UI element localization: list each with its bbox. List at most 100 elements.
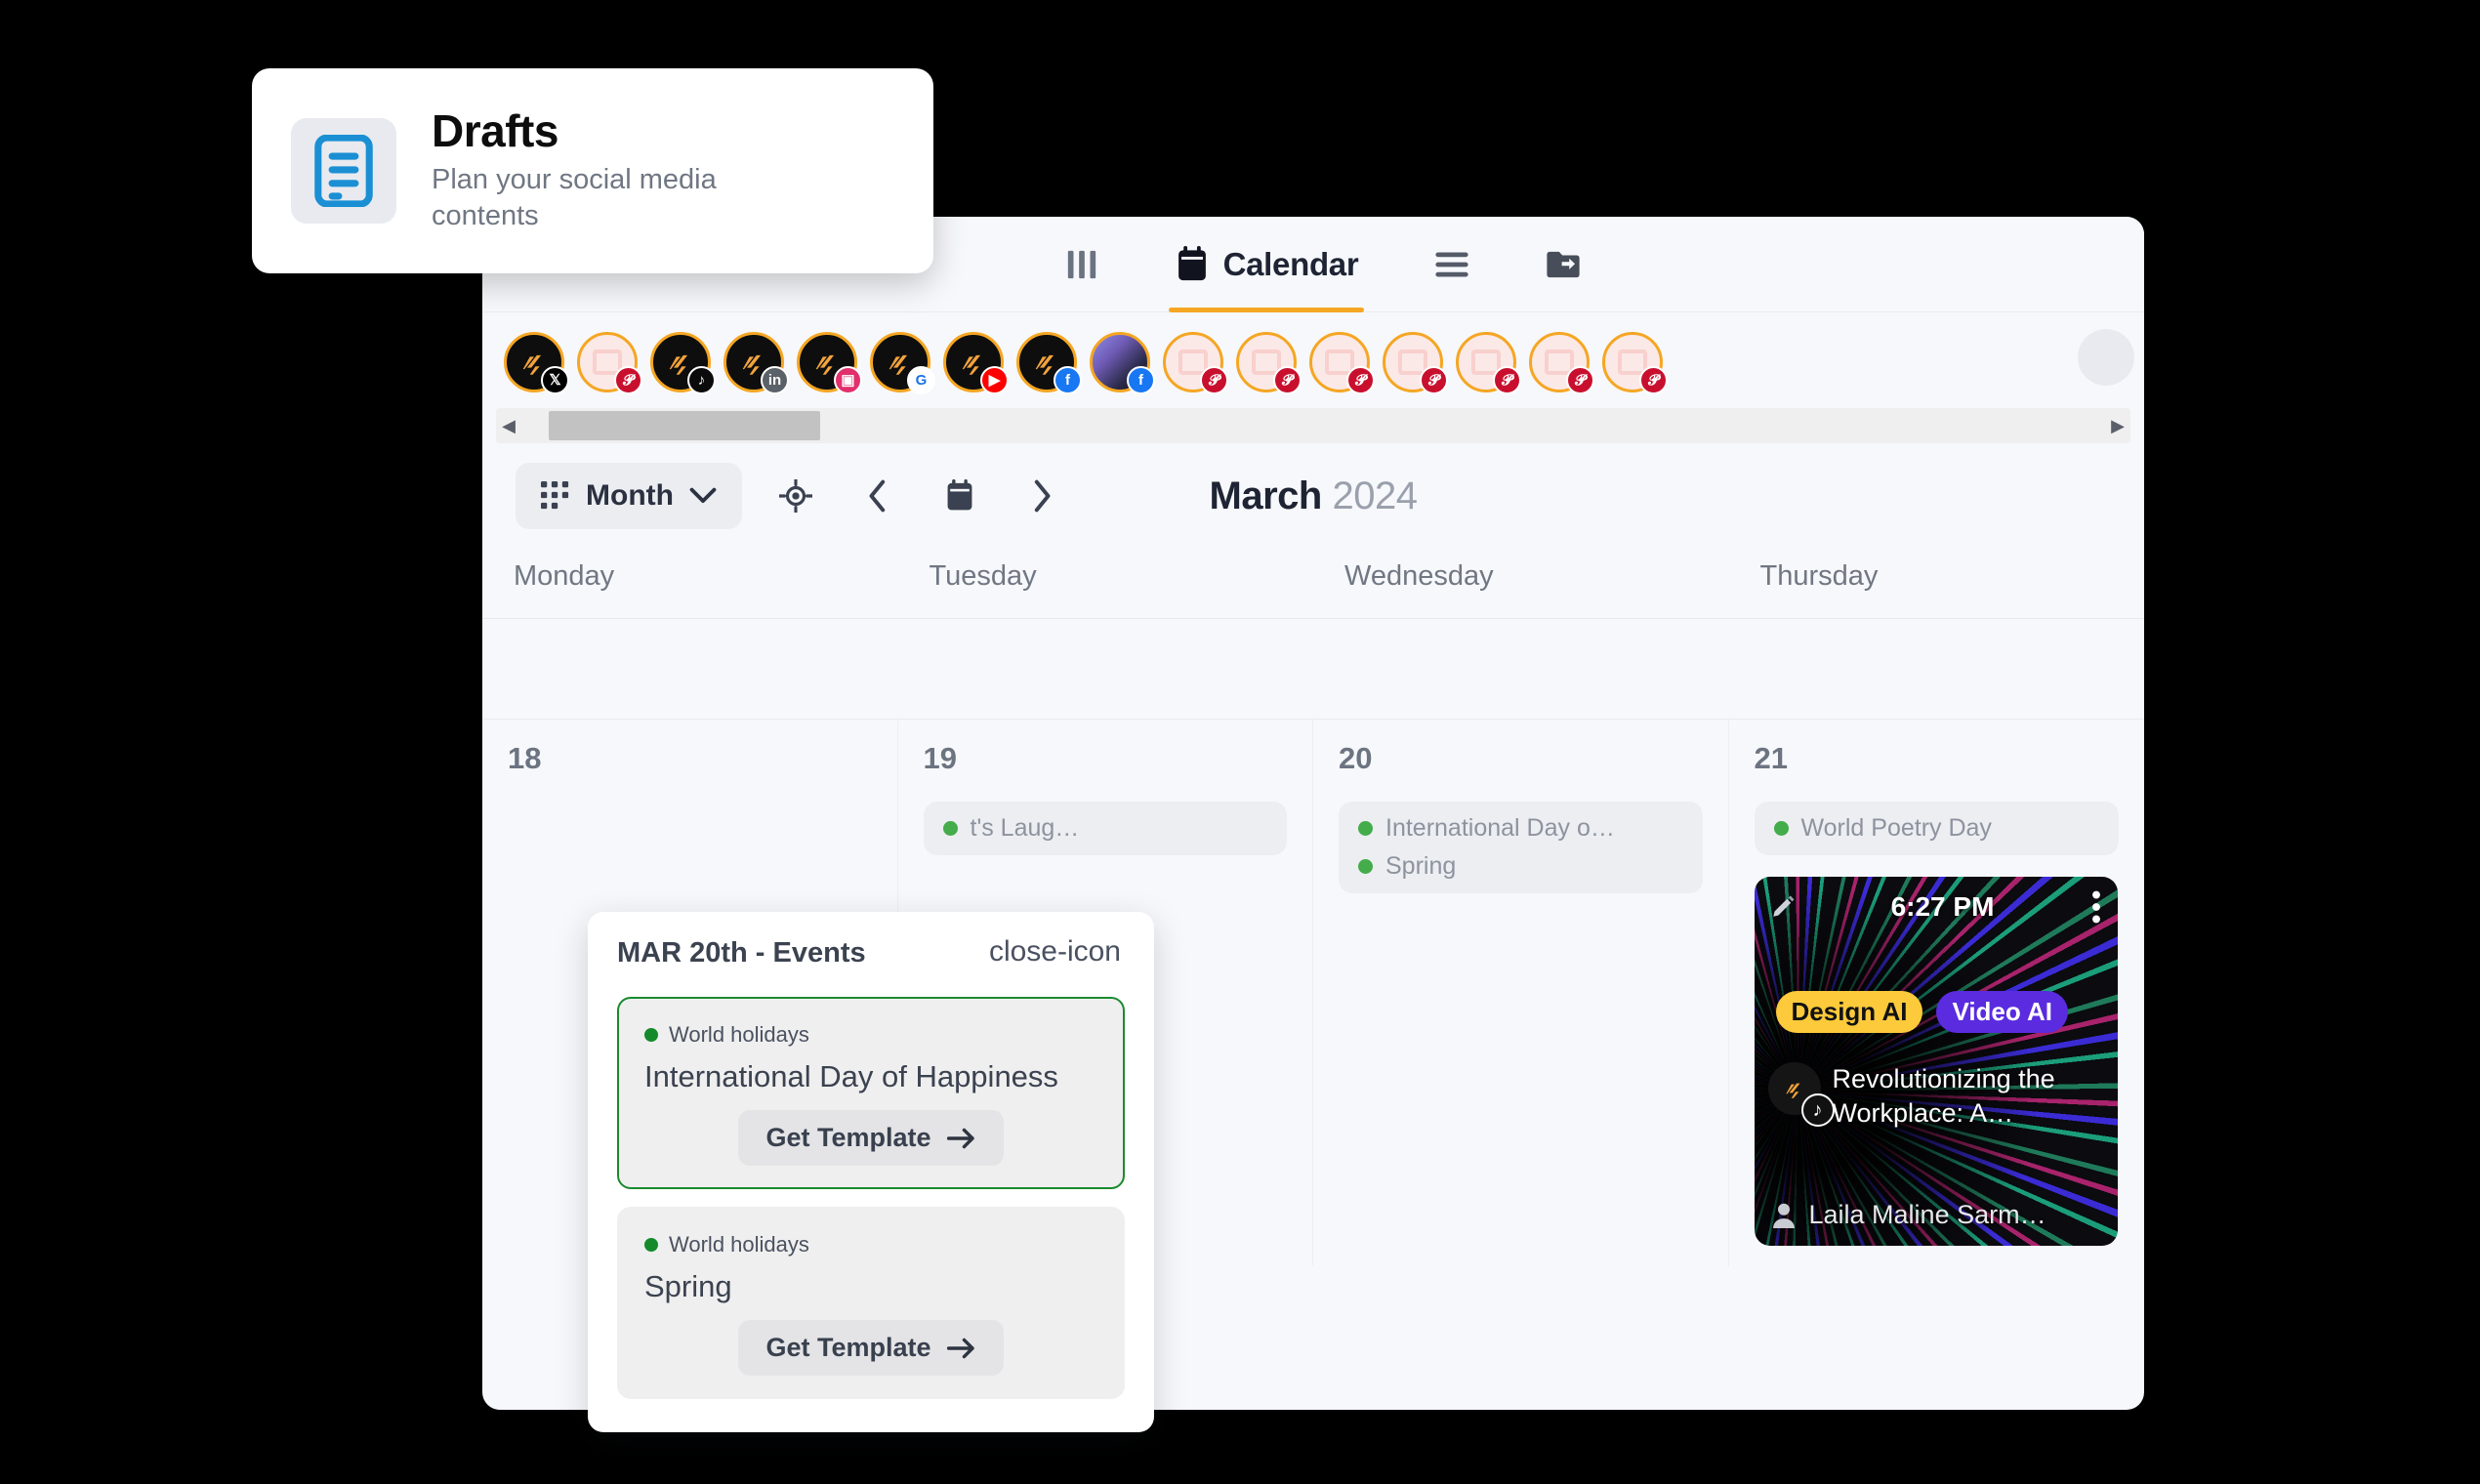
scrollbar-track[interactable] [521, 408, 2105, 443]
badge-pinterest-icon: 𝓟 [1200, 366, 1228, 394]
event-chip[interactable]: Spring [1358, 852, 1683, 881]
calendar-empty-row [482, 619, 2144, 720]
account-avatar[interactable]: 𝓟 [1163, 332, 1228, 394]
account-avatar[interactable]: 𝓟 [577, 332, 642, 394]
tag-video-ai[interactable]: Video AI [1936, 991, 2069, 1033]
badge-pinterest-icon: 𝓟 [1566, 366, 1594, 394]
event-dot-icon [942, 821, 958, 836]
scrollbar-thumb[interactable] [549, 411, 820, 440]
event-chip-label: t's Laug… [970, 814, 1080, 842]
view-mode-select[interactable]: Month [516, 463, 742, 529]
weekday-label: Tuesday [929, 560, 1037, 592]
arrow-right-icon [946, 1338, 976, 1359]
scroll-left-arrow-icon[interactable]: ◀ [496, 416, 521, 436]
chevron-right-icon [1031, 479, 1053, 513]
day-events-box[interactable]: International Day o… Spring [1339, 802, 1703, 893]
badge-linkedin-icon: in [761, 366, 789, 394]
account-avatar[interactable]: ▶ [943, 332, 1009, 394]
calendar-year-label: 2024 [1332, 474, 1418, 517]
get-template-button[interactable]: Get Template [738, 1320, 1004, 1376]
pencil-icon[interactable] [1770, 894, 1796, 920]
screen: Calendar 𝕏 𝓟 ♪ in ▣ G ▶ f f 𝓟 𝓟 𝓟 𝓟 𝓟 𝓟 … [0, 0, 2480, 1484]
badge-facebook-icon: f [1054, 366, 1082, 394]
event-dot-icon [1773, 821, 1789, 836]
tab-shared-folder[interactable] [1540, 217, 1587, 312]
day-events-popover: MAR 20th - Events close-icon World holid… [588, 912, 1154, 1432]
previous-period-button[interactable] [849, 468, 906, 524]
event-category: World holidays [644, 1022, 1097, 1048]
badge-youtube-icon: ▶ [980, 366, 1009, 394]
event-chip-label: International Day o… [1385, 814, 1615, 842]
next-period-button[interactable] [1013, 468, 1070, 524]
account-avatar[interactable]: 𝓟 [1236, 332, 1302, 394]
event-dot-icon [1358, 859, 1373, 874]
post-title: Revolutionizing the Workplace: A… [1832, 1064, 2055, 1128]
account-avatar[interactable]: f [1090, 332, 1155, 394]
account-avatar[interactable]: 𝓟 [1383, 332, 1448, 394]
account-avatar[interactable]: 𝕏 [504, 332, 569, 394]
day-number: 19 [923, 741, 957, 775]
event-card[interactable]: World holidays International Day of Happ… [617, 997, 1125, 1189]
post-author: Laila Maline Sarm… [1772, 1200, 2104, 1230]
account-avatar[interactable]: 𝓟 [1602, 332, 1668, 394]
day-cell[interactable]: 21 World Poetry Day 6:27 PM Design AI Vi… [1729, 720, 2145, 1266]
scroll-right-arrow-icon[interactable]: ▶ [2105, 416, 2130, 436]
post-title-row: ♪ Revolutionizing the Workplace: A… [1767, 1062, 2104, 1130]
chevron-down-icon [689, 487, 717, 505]
post-author-name: Laila Maline Sarm… [1808, 1200, 2046, 1229]
tab-board[interactable] [1059, 217, 1104, 312]
event-chip[interactable]: World Poetry Day [1773, 814, 2100, 843]
badge-pinterest-icon: 𝓟 [1273, 366, 1302, 394]
weekday-header: Monday Tuesday Wednesday Thursday [482, 549, 2144, 619]
get-template-button[interactable]: Get Template [738, 1110, 1004, 1166]
chevron-left-icon [867, 479, 889, 513]
scheduled-post-card[interactable]: 6:27 PM Design AI Video AI ♪ Revolutioni… [1754, 877, 2118, 1246]
account-avatar[interactable]: 𝓟 [1309, 332, 1375, 394]
account-avatar[interactable]: in [723, 332, 789, 394]
day-events-box[interactable]: t's Laug… [923, 802, 1287, 855]
post-tags: Design AI Video AI [1775, 991, 2102, 1033]
account-avatar[interactable]: 𝓟 [1529, 332, 1594, 394]
kebab-menu-icon[interactable] [2090, 890, 2102, 924]
close-icon[interactable]: close-icon [985, 937, 1125, 967]
event-chip[interactable]: t's Laug… [942, 814, 1268, 843]
post-time: 6:27 PM [1890, 891, 1995, 922]
calendar-toolbar: Month March 2024 [482, 443, 2144, 549]
accounts-more-button[interactable] [2078, 329, 2134, 386]
calendar-icon [944, 479, 975, 513]
event-dot-icon [1358, 821, 1373, 836]
tab-calendar[interactable]: Calendar [1168, 217, 1365, 312]
tag-design-ai[interactable]: Design AI [1775, 991, 1923, 1033]
badge-pinterest-icon: 𝓟 [1420, 366, 1448, 394]
drafts-icon-box [291, 118, 396, 224]
accounts-scrollbar[interactable]: ◀ ▶ [496, 408, 2130, 443]
calendar-icon [1175, 245, 1210, 283]
drafts-subtitle: Plan your social media contents [432, 164, 717, 232]
tab-list[interactable] [1428, 217, 1475, 312]
target-icon [778, 479, 812, 513]
account-avatar[interactable]: 𝓟 [1456, 332, 1521, 394]
drafts-text-block: Drafts Plan your social media contents [432, 106, 783, 235]
popover-header: MAR 20th - Events close-icon [617, 937, 1125, 969]
account-avatar[interactable]: ▣ [797, 332, 862, 394]
account-avatar[interactable]: ♪ [650, 332, 716, 394]
badge-tiktok-icon: ♪ [1800, 1093, 1835, 1127]
badge-pinterest-icon: 𝓟 [614, 366, 642, 394]
day-events-box[interactable]: World Poetry Day [1754, 802, 2119, 855]
badge-google-icon: G [907, 366, 935, 394]
document-lines-icon [313, 135, 374, 207]
event-card[interactable]: World holidays Spring Get Template [617, 1207, 1125, 1399]
account-avatar[interactable]: G [870, 332, 935, 394]
weekday-label: Wednesday [1344, 560, 1494, 592]
day-cell[interactable]: 20 International Day o… Spring [1313, 720, 1729, 1266]
event-chip[interactable]: International Day o… [1358, 814, 1683, 843]
drafts-card[interactable]: Drafts Plan your social media contents [252, 68, 933, 273]
account-avatar[interactable]: f [1016, 332, 1082, 394]
event-dot-icon [644, 1238, 658, 1252]
popover-title: MAR 20th - Events [617, 937, 866, 969]
event-chip-label: Spring [1385, 852, 1457, 880]
date-picker-button[interactable] [931, 468, 988, 524]
badge-x-icon: 𝕏 [541, 366, 569, 394]
today-button[interactable] [767, 468, 824, 524]
accounts-strip[interactable]: 𝕏 𝓟 ♪ in ▣ G ▶ f f 𝓟 𝓟 𝓟 𝓟 𝓟 𝓟 𝓟 [482, 312, 2144, 406]
